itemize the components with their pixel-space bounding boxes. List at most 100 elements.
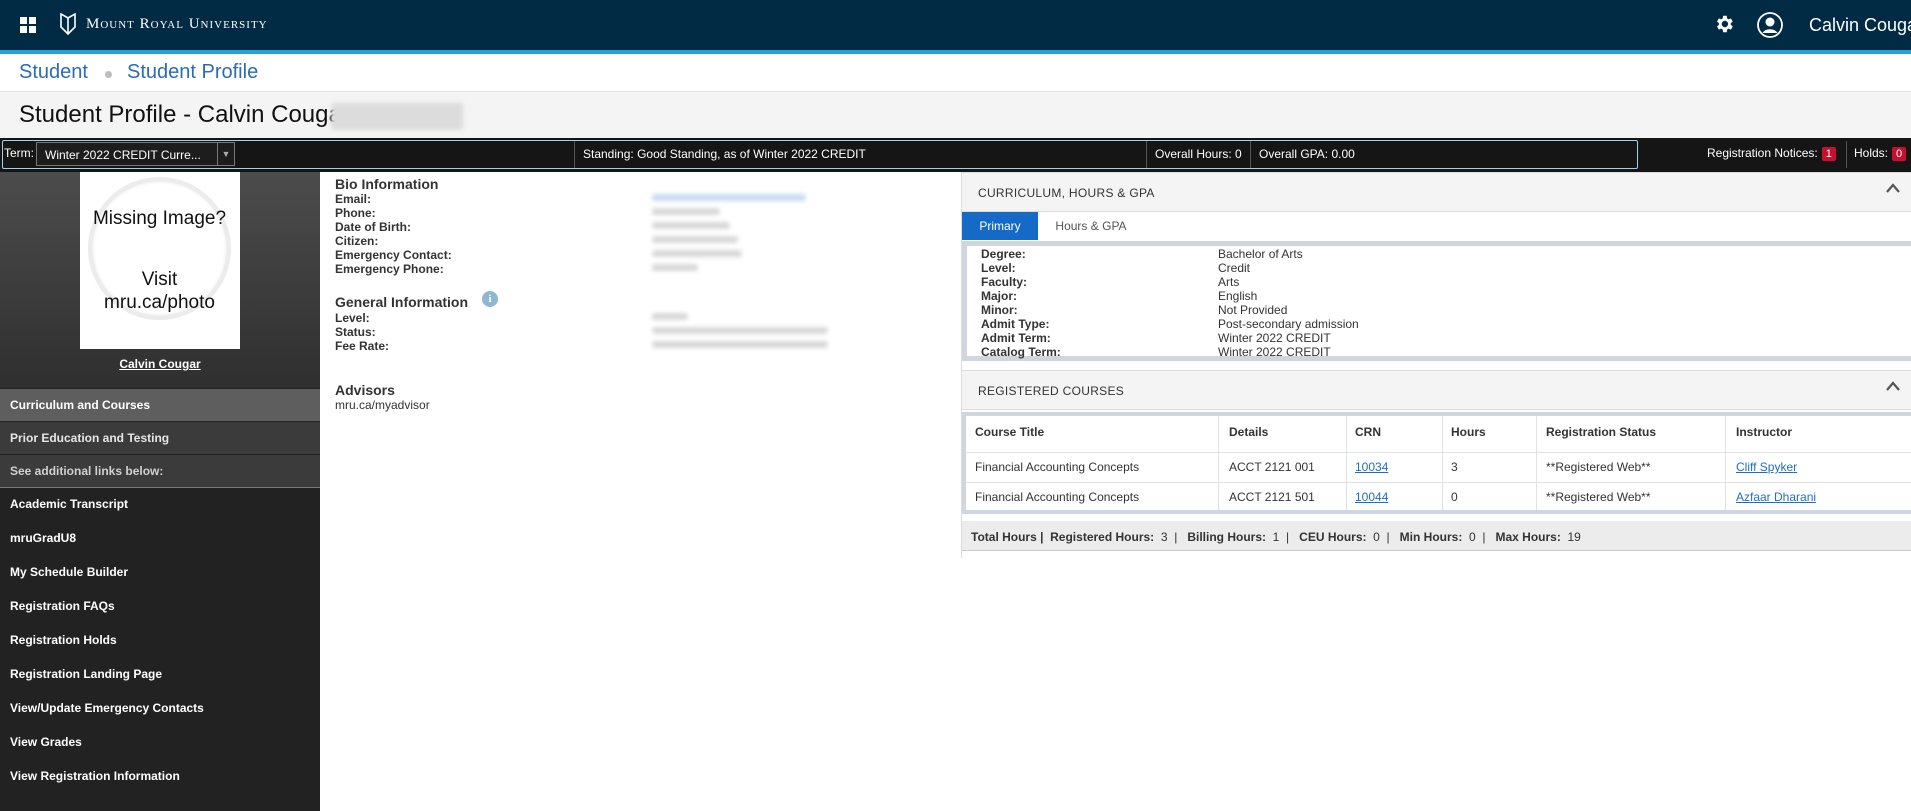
term-label: Term: [4,146,34,160]
column-header-details[interactable]: Details [1229,425,1268,439]
general-status-label: Status: [335,325,376,339]
standing-value: Good Standing, as of Winter 2022 CREDIT [637,147,866,161]
bio-phone-label: Phone: [335,206,376,220]
sidebar-link-emergency-contacts[interactable]: View/Update Emergency Contacts [10,701,204,715]
curriculum-heading: CURRICULUM, HOURS & GPA [978,186,1155,200]
sidebar-link-registration-info[interactable]: View Registration Information [10,769,180,783]
tab-primary[interactable]: Primary [962,212,1038,240]
breadcrumb-student[interactable]: Student [19,61,88,84]
tab-hours-gpa[interactable]: Hours & GPA [1038,212,1144,240]
university-logo[interactable]: Mount Royal University [60,13,268,35]
sidebar-additional-links-heading: See additional links below: [0,455,320,488]
registration-notices-badge[interactable]: 1 [1821,147,1836,161]
column-divider [1218,416,1219,510]
holds-label: Holds: [1854,146,1889,160]
redacted-level [652,313,688,320]
apps-grid-icon[interactable] [20,17,36,33]
max-hours-value: 19 [1567,530,1581,544]
sidebar-link-view-grades[interactable]: View Grades [10,735,82,749]
sidebar-link-registration-holds[interactable]: Registration Holds [10,633,117,647]
standing-label: Standing: [583,147,634,161]
gear-icon[interactable] [1713,13,1735,40]
table-cell-course-title: Financial Accounting Concepts [975,490,1140,504]
row-divider [966,452,1911,453]
bio-email-label: Email: [335,192,372,206]
sidebar-link-mrugradu8[interactable]: mruGradU8 [10,531,76,545]
sidebar-link-registration-faqs[interactable]: Registration FAQs [10,599,115,613]
curriculum-panel-header: CURRICULUM, HOURS & GPA [962,172,1911,212]
column-header-course-title[interactable]: Course Title [975,425,1044,439]
table-cell-hours: 0 [1451,490,1458,504]
sidebar-item-curriculum-and-courses[interactable]: Curriculum and Courses [0,389,320,421]
info-icon[interactable]: i [482,291,498,307]
table-cell-crn[interactable]: 10034 [1355,460,1388,474]
holds-badge[interactable]: 0 [1892,147,1907,161]
column-header-registration-status[interactable]: Registration Status [1546,425,1656,439]
sidebar-link-schedule-builder[interactable]: My Schedule Builder [10,565,128,579]
bio-emergency-phone-label: Emergency Phone: [335,262,444,276]
chevron-up-icon[interactable] [1886,380,1900,394]
general-information-heading: General Information [335,294,469,310]
general-level-label: Level: [335,311,370,325]
redacted-emergency-contact [652,250,742,257]
registered-hours-label: Registered Hours: [1050,530,1155,544]
logo-text: Mount Royal University [86,15,268,32]
chevron-down-icon[interactable]: ▼ [217,143,234,165]
billing-hours-value: 1 [1272,530,1280,544]
general-fee-rate-label: Fee Rate: [335,339,390,353]
divider [1146,141,1147,168]
top-navigation-bar [0,0,1911,50]
redacted-phone [652,208,720,215]
header-user-name[interactable]: Calvin Cougar [1809,15,1911,36]
sidebar-link-registration-landing[interactable]: Registration Landing Page [10,667,162,681]
redacted-emergency-phone [652,264,698,271]
sidebar-link-academic-transcript[interactable]: Academic Transcript [10,497,128,511]
holds[interactable]: Holds: 0 [1854,146,1907,161]
registration-notices[interactable]: Registration Notices: 1 [1707,146,1836,161]
curriculum-degree-label: Degree: [981,247,1026,261]
breadcrumb-student-profile[interactable]: Student Profile [127,61,258,84]
ceu-hours-label: CEU Hours: [1299,530,1367,544]
curriculum-details-box [962,241,1911,361]
bio-citizen-label: Citizen: [335,234,379,248]
billing-hours-label: Billing Hours: [1187,530,1266,544]
curriculum-minor-value: Not Provided [1218,303,1288,317]
curriculum-catalog-term-label: Catalog Term: [981,345,1061,359]
table-cell-instructor[interactable]: Cliff Spyker [1736,460,1797,474]
column-divider [1536,416,1537,510]
redacted-student-id [331,103,463,130]
term-select[interactable]: Winter 2022 CREDIT Curre... ▼ [36,142,235,166]
shield-logo-icon [60,13,76,35]
column-header-instructor[interactable]: Instructor [1736,425,1792,439]
column-header-crn[interactable]: CRN [1355,425,1381,439]
sidebar-item-prior-education[interactable]: Prior Education and Testing [0,422,320,454]
table-cell-instructor[interactable]: Azfaar Dharani [1736,490,1816,504]
column-divider [1725,416,1726,510]
crn-link[interactable]: 10044 [1355,490,1388,504]
breadcrumb [0,54,1911,92]
column-header-hours[interactable]: Hours [1451,425,1486,439]
max-hours-label: Max Hours: [1495,530,1561,544]
hours-totals: Total Hours | Registered Hours: 3 | Bill… [971,530,1581,544]
user-icon[interactable] [1757,12,1783,43]
sidebar-student-name[interactable]: Calvin Cougar [0,357,320,371]
registered-hours-value: 3 [1160,530,1168,544]
page-title: Student Profile - Calvin Cougar [19,101,350,128]
table-cell-details: ACCT 2121 501 [1229,490,1315,504]
redacted-email [652,194,806,201]
instructor-link[interactable]: Azfaar Dharani [1736,490,1816,504]
table-cell-crn[interactable]: 10044 [1355,490,1388,504]
curriculum-admit-term-value: Winter 2022 CREDIT [1218,331,1331,345]
instructor-link[interactable]: Cliff Spyker [1736,460,1797,474]
crn-link[interactable]: 10034 [1355,460,1388,474]
photo-visit-text: Visit mru.ca/photo [104,269,215,313]
total-hours-label: Total Hours | [971,530,1044,544]
curriculum-catalog-term-value: Winter 2022 CREDIT [1218,345,1331,359]
redacted-dob [652,222,730,229]
advisors-link[interactable]: mru.ca/myadvisor [335,398,430,412]
row-divider [966,482,1911,483]
chevron-up-icon[interactable] [1886,182,1900,196]
divider [1250,141,1251,168]
photo-missing-text: Missing Image? [92,208,227,229]
table-cell-details: ACCT 2121 001 [1229,460,1315,474]
